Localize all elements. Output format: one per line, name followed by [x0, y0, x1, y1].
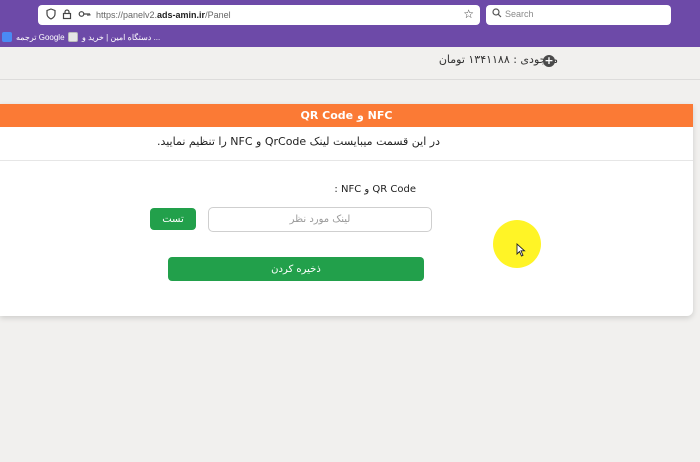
- nfc-qrcode-card: NFC و QR Code در این قسمت میبایست لینک Q…: [0, 104, 693, 316]
- address-bar[interactable]: https://panelv2.ads-amin.ir/Panel ☆: [38, 5, 480, 25]
- bookmark-label: ترجمه Google: [16, 32, 65, 42]
- link-input[interactable]: [208, 207, 432, 232]
- browser-toolbar: https://panelv2.ads-amin.ir/Panel ☆ Sear…: [0, 0, 700, 47]
- card-description: در این قسمت میبایست لینک QrCode و NFC را…: [156, 135, 440, 148]
- url-text[interactable]: https://panelv2.ads-amin.ir/Panel: [96, 8, 231, 22]
- test-button[interactable]: تست: [150, 208, 196, 230]
- mouse-pointer-icon: [516, 243, 526, 257]
- site-favicon: [68, 32, 78, 42]
- key-icon[interactable]: [77, 8, 91, 22]
- bookmark-star-icon[interactable]: ☆: [463, 7, 474, 21]
- search-icon: [492, 8, 502, 21]
- bookmark-site[interactable]: دستگاه امین | خرید و ...: [68, 30, 160, 44]
- lock-icon[interactable]: [60, 8, 74, 22]
- search-placeholder: Search: [505, 9, 534, 19]
- balance-text: موجودی : ۱۳۴۱۱۸۸ تومان: [438, 53, 558, 66]
- bookmark-google-translate[interactable]: ترجمه Google: [2, 30, 65, 44]
- bookmark-label: دستگاه امین | خرید و ...: [82, 32, 161, 42]
- shield-icon[interactable]: [44, 8, 58, 22]
- search-box[interactable]: Search: [486, 5, 671, 25]
- google-translate-icon: [2, 32, 12, 42]
- field-label: QR Code و NFC :: [334, 184, 416, 195]
- save-button[interactable]: ذخیره کردن: [168, 257, 424, 281]
- plus-circle-icon[interactable]: +: [543, 55, 555, 67]
- card-title: NFC و QR Code: [0, 104, 693, 127]
- top-bar: موجودی : ۱۳۴۱۱۸۸ تومان +: [0, 47, 700, 80]
- divider: [0, 160, 693, 161]
